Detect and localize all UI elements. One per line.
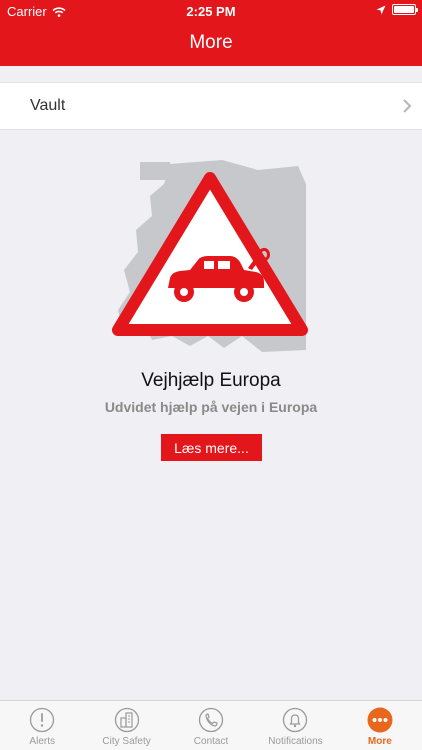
- car-wheel-hub: [240, 288, 248, 296]
- location-arrow-icon: [376, 5, 386, 14]
- alert-icon: [30, 707, 55, 733]
- read-more-button[interactable]: Læs mere...: [161, 434, 262, 461]
- bell-icon: [283, 707, 308, 733]
- promo-title: Vejhjælp Europa: [141, 370, 281, 391]
- tab-label: Notifications: [268, 736, 323, 747]
- vault-label: Vault: [30, 97, 66, 114]
- tab-contact[interactable]: Contact: [169, 701, 253, 750]
- tab-alerts[interactable]: Alerts: [0, 701, 84, 750]
- app-header: Carrier 2:25 PM More: [0, 0, 422, 66]
- tab-label: Alerts: [29, 736, 55, 747]
- phone-icon: [198, 707, 224, 733]
- page-title: More: [189, 32, 233, 53]
- promo-subtitle: Udvidet hjælp på vejen i Europa: [104, 399, 318, 415]
- tab-bar: Alerts City Safety Contact Notifications: [0, 700, 422, 750]
- car-window: [204, 261, 214, 269]
- chevron-right-icon: [403, 99, 412, 113]
- status-bar: Carrier 2:25 PM: [0, 0, 422, 22]
- status-indicators: [376, 4, 418, 15]
- car-wheel-hub: [180, 288, 188, 296]
- battery-icon: [392, 4, 418, 15]
- tab-label: More: [367, 736, 392, 747]
- status-time: 2:25 PM: [186, 4, 236, 19]
- tab-city-safety[interactable]: City Safety: [84, 701, 168, 750]
- tab-notifications[interactable]: Notifications: [253, 701, 337, 750]
- tab-label: Contact: [193, 736, 229, 747]
- vault-row[interactable]: Vault: [0, 82, 422, 130]
- car-window: [218, 261, 230, 269]
- city-icon: [114, 707, 139, 733]
- more-icon: [367, 707, 393, 733]
- roadside-assistance-europe-icon: [112, 160, 308, 352]
- tab-more[interactable]: More: [338, 701, 422, 750]
- tab-label: City Safety: [102, 736, 151, 747]
